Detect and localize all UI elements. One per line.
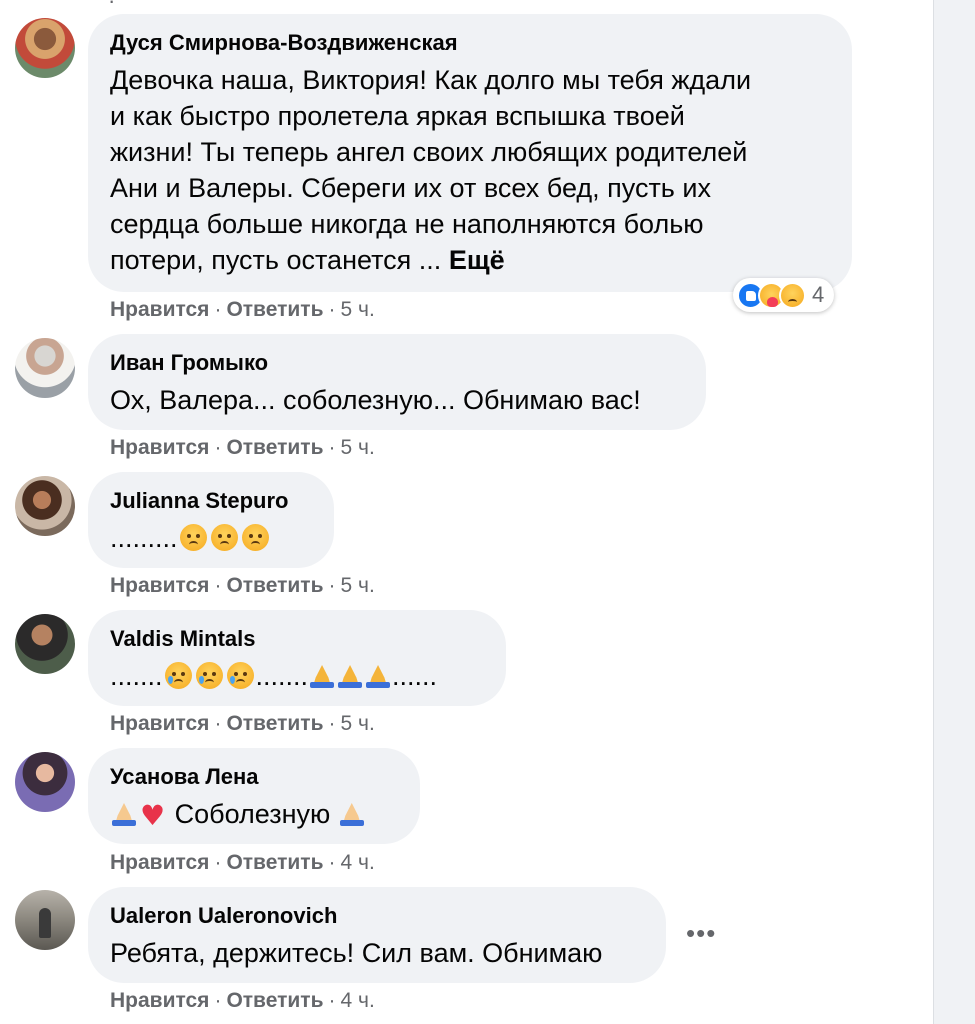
comment-author[interactable]: Ualeron Ualeronovich — [110, 903, 642, 929]
side-panel-edge — [933, 0, 975, 1024]
comment-author[interactable]: Дуся Смирнова-Воздвиженская — [110, 30, 828, 56]
separator: · — [214, 989, 222, 1012]
see-more-link[interactable]: Ещё — [449, 245, 505, 275]
comment-line: потери, пусть останется ... — [110, 245, 442, 275]
comment-bubble: Julianna Stepuro ......... — [88, 472, 334, 568]
separator: · — [328, 298, 336, 321]
comment-bubble: Valdis Mintals .................... — [88, 610, 506, 706]
comment-line: Ани и Валеры. Сбереги их от всех бед, пу… — [110, 173, 711, 203]
separator: · — [214, 574, 222, 597]
separator: · — [214, 712, 222, 735]
comment-author[interactable]: Иван Громыко — [110, 350, 682, 376]
comment-actions: Нравится · Ответить · 5 ч. — [110, 436, 375, 460]
folded-hands-icon — [309, 663, 335, 689]
timestamp-link[interactable]: 5 ч. — [340, 436, 374, 459]
comment-author[interactable]: Valdis Mintals — [110, 626, 482, 652]
timestamp-link[interactable]: 4 ч. — [340, 851, 374, 874]
avatar[interactable] — [15, 476, 75, 536]
comment-text-body: Соболезную — [174, 799, 331, 829]
crying-face-icon — [226, 662, 254, 689]
folded-hands-icon — [339, 801, 365, 827]
comment-actions: Нравится · Ответить · 5 ч. — [110, 298, 375, 322]
timestamp-link[interactable]: 5 ч. — [340, 298, 374, 321]
like-link[interactable]: Нравится — [110, 851, 209, 874]
avatar[interactable] — [15, 890, 75, 950]
comment-text: Ребята, держитесь! Сил вам. Обнимаю — [110, 938, 603, 968]
reply-link[interactable]: Ответить — [226, 851, 323, 874]
like-link[interactable]: Нравится — [110, 298, 209, 321]
comment-text: ......... — [110, 520, 310, 556]
comment-bubble: Дуся Смирнова-Воздвиженская Девочка наша… — [88, 14, 852, 292]
reaction-summary[interactable]: 4 — [733, 278, 835, 312]
avatar[interactable] — [15, 752, 75, 812]
avatar[interactable] — [15, 614, 75, 674]
like-link[interactable]: Нравится — [110, 436, 209, 459]
comment-author[interactable]: Julianna Stepuro — [110, 488, 310, 514]
timestamp-link[interactable]: 5 ч. — [340, 712, 374, 735]
timestamp-link[interactable]: 4 ч. — [340, 989, 374, 1012]
like-link[interactable]: Нравится — [110, 574, 209, 597]
reply-link[interactable]: Ответить — [226, 298, 323, 321]
reply-link[interactable]: Ответить — [226, 436, 323, 459]
separator: · — [328, 989, 336, 1012]
comment-text-dots: ....... — [110, 661, 163, 691]
comment-bubble: Ualeron Ualeronovich Ребята, держитесь! … — [88, 887, 666, 983]
avatar[interactable] — [15, 18, 75, 78]
folded-hands-icon — [337, 663, 363, 689]
crying-face-icon — [164, 662, 192, 689]
comment-line: и как быстро пролетела яркая вспышка тво… — [110, 101, 685, 131]
comment-text-dots: ...... — [392, 661, 438, 691]
sad-face-icon — [241, 524, 269, 551]
previous-comment-fragment: · — [108, 0, 116, 13]
sad-icon — [779, 281, 806, 309]
folded-hands-icon — [111, 801, 137, 827]
separator: · — [214, 436, 222, 459]
sad-face-icon — [179, 524, 207, 551]
timestamp-link[interactable]: 5 ч. — [340, 574, 374, 597]
separator: · — [328, 436, 336, 459]
comment-text-dots: ......... — [110, 523, 178, 553]
reply-link[interactable]: Ответить — [226, 574, 323, 597]
comment-text: .................... — [110, 658, 482, 694]
separator: · — [328, 574, 336, 597]
heart-icon: ♥ — [140, 799, 166, 832]
separator: · — [328, 712, 336, 735]
separator: · — [214, 851, 222, 874]
comment-text: Девочка наша, Виктория! Как долго мы теб… — [110, 62, 828, 278]
comment-actions: Нравится · Ответить · 4 ч. — [110, 851, 375, 875]
folded-hands-icon — [365, 663, 391, 689]
comment-actions: Нравится · Ответить · 5 ч. — [110, 712, 375, 736]
comment-text-dots: ....... — [255, 661, 309, 691]
comment-actions: Нравится · Ответить · 4 ч. — [110, 989, 375, 1013]
comment-line: Девочка наша, Виктория! Как долго мы теб… — [110, 65, 752, 95]
separator: · — [328, 851, 336, 874]
comment-bubble: Иван Громыко Ох, Валера... соболезную...… — [88, 334, 706, 430]
like-link[interactable]: Нравится — [110, 712, 209, 735]
comment-author[interactable]: Усанова Лена — [110, 764, 396, 790]
comment-text: Ох, Валера... соболезную... Обнимаю вас! — [110, 385, 641, 415]
reaction-count: 4 — [812, 282, 825, 307]
like-link[interactable]: Нравится — [110, 989, 209, 1012]
reply-link[interactable]: Ответить — [226, 989, 323, 1012]
separator: · — [214, 298, 222, 321]
crying-face-icon — [195, 662, 223, 689]
avatar[interactable] — [15, 338, 75, 398]
comment-line: жизни! Ты теперь ангел своих любящих род… — [110, 137, 748, 167]
reply-link[interactable]: Ответить — [226, 712, 323, 735]
comment-text: ♥ Соболезную — [110, 796, 396, 834]
comment-actions: Нравится · Ответить · 5 ч. — [110, 574, 375, 598]
comment-bubble: Усанова Лена ♥ Соболезную — [88, 748, 420, 844]
more-options-button[interactable]: ••• — [686, 920, 716, 946]
comment-line: сердца больше никогда не наполняются бол… — [110, 209, 704, 239]
sad-face-icon — [210, 524, 238, 551]
